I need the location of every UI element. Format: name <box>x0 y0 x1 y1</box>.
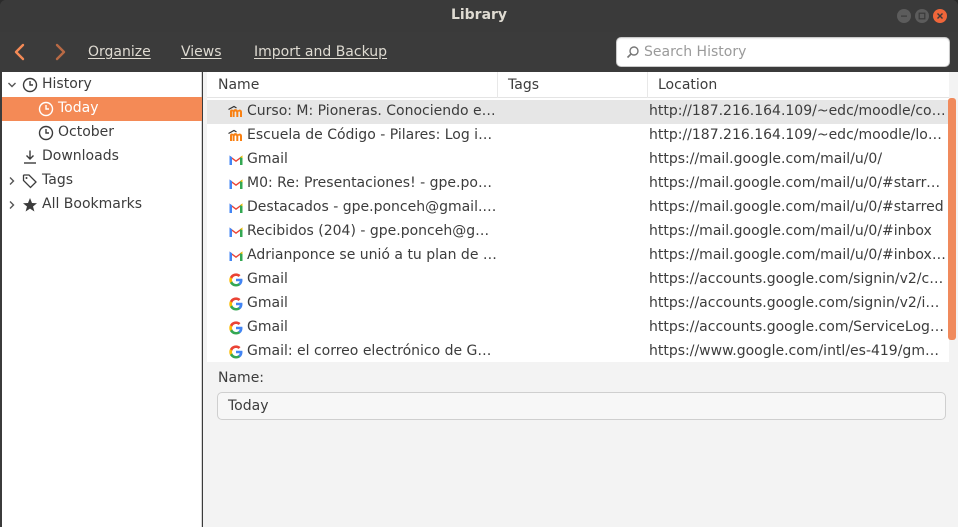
row-location: https://mail.google.com/mail/u/0/#inbox <box>649 223 932 239</box>
organize-menu[interactable]: Organize <box>88 44 151 60</box>
google-icon <box>228 272 244 288</box>
content-pane: Name Tags Location Curso: M: Pioneras. C… <box>203 72 958 527</box>
gmail-icon <box>228 176 244 192</box>
row-location: https://mail.google.com/mail/u/0/#inbox/… <box>649 247 947 263</box>
sidebar-item-downloads[interactable]: Downloads <box>2 145 202 169</box>
sidebar-item-label: October <box>58 124 115 140</box>
table-row[interactable]: Gmail https://accounts.google.com/Service… <box>207 316 949 340</box>
download-icon <box>24 150 36 164</box>
tag-icon <box>22 174 37 189</box>
row-location: http://187.216.164.109/~edc/moodle/cour.… <box>649 103 947 119</box>
search-placeholder: Search History <box>644 44 747 60</box>
name-field[interactable]: Today <box>217 392 946 420</box>
clock-icon <box>38 125 54 141</box>
sidebar-item-all-bookmarks[interactable]: All Bookmarks <box>2 193 202 217</box>
table-row[interactable]: Gmail https://accounts.google.com/signin/… <box>207 292 949 316</box>
chevron-left-icon <box>14 43 25 61</box>
sidebar-item-label: Tags <box>42 172 73 188</box>
moodle-icon <box>228 104 244 120</box>
row-name: Adrianponce se unió a tu plan de S... <box>247 247 497 263</box>
table-row[interactable]: Recibidos (204) - gpe.ponceh@gm... https:… <box>207 220 949 244</box>
row-name: Escuela de Código - Pilares: Log in ... <box>247 127 497 143</box>
row-name: Destacados - gpe.ponceh@gmail.c... <box>247 199 497 215</box>
minimize-button[interactable] <box>897 9 911 23</box>
clock-icon <box>38 101 54 117</box>
minimize-icon <box>901 15 907 17</box>
table-row[interactable]: Escuela de Código - Pilares: Log in ... h… <box>207 124 949 148</box>
row-location: https://accounts.google.com/signin/v2/ch… <box>649 271 947 287</box>
title-bar: Library <box>0 0 958 32</box>
table-header: Name Tags Location <box>207 72 949 98</box>
row-location: https://www.google.com/intl/es-419/gmail… <box>649 343 947 359</box>
forward-button[interactable] <box>48 40 72 64</box>
google-icon <box>228 320 244 336</box>
chevron-right-icon[interactable] <box>7 200 17 210</box>
sidebar-item-label: Today <box>58 100 99 116</box>
sidebar-item-label: Downloads <box>42 148 119 164</box>
row-name: Gmail <box>247 151 288 167</box>
gmail-icon <box>228 200 244 216</box>
row-location: https://accounts.google.com/signin/v2/id… <box>649 295 947 311</box>
moodle-icon <box>228 128 244 144</box>
row-location: https://mail.google.com/mail/u/0/#starre… <box>649 175 947 191</box>
row-name: Recibidos (204) - gpe.ponceh@gm... <box>247 223 497 239</box>
table-row[interactable]: Gmail https://accounts.google.com/signin/… <box>207 268 949 292</box>
table-row[interactable]: M0: Re: Presentaciones! - gpe.ponc... htt… <box>207 172 949 196</box>
sidebar-item-today[interactable]: Today <box>2 97 202 121</box>
close-button[interactable] <box>933 9 947 23</box>
column-divider[interactable] <box>647 72 648 98</box>
chevron-right-icon[interactable] <box>7 176 17 186</box>
gmail-icon <box>228 152 244 168</box>
chevron-down-icon[interactable] <box>7 80 17 90</box>
sidebar-item-label: All Bookmarks <box>42 196 143 212</box>
toolbar: Organize Views Import and Backup Search … <box>0 32 958 72</box>
row-name: M0: Re: Presentaciones! - gpe.ponc... <box>247 175 497 191</box>
row-name: Gmail: el correo electrónico de Go... <box>247 343 497 359</box>
row-location: https://mail.google.com/mail/u/0/#starre… <box>649 199 944 215</box>
gmail-icon <box>228 224 244 240</box>
row-location: https://accounts.google.com/ServiceLogin… <box>649 319 947 335</box>
sidebar-item-history[interactable]: History <box>2 73 202 97</box>
column-header-name[interactable]: Name <box>218 77 259 93</box>
back-button[interactable] <box>8 40 32 64</box>
google-icon <box>228 296 244 312</box>
table-row[interactable]: Gmail: el correo electrónico de Go... htt… <box>207 340 949 364</box>
row-name: Gmail <box>247 295 288 311</box>
table-scrollbar[interactable] <box>948 98 956 340</box>
views-menu[interactable]: Views <box>181 44 222 60</box>
table-row[interactable]: Curso: M: Pioneras. Conociendo el ... htt… <box>207 100 949 124</box>
library-window: Library Organize Views Import and Backup… <box>0 0 958 527</box>
row-location: http://187.216.164.109/~edc/moodle/login… <box>649 127 947 143</box>
maximize-button[interactable] <box>915 9 929 23</box>
column-divider[interactable] <box>497 72 498 98</box>
row-name: Gmail <box>247 271 288 287</box>
name-label-text: Name: <box>218 370 265 386</box>
import-backup-menu[interactable]: Import and Backup <box>254 44 387 60</box>
history-table: Name Tags Location Curso: M: Pioneras. C… <box>207 72 949 362</box>
sidebar-item-label: History <box>42 76 92 92</box>
gmail-icon <box>228 248 244 264</box>
sidebar: History Today October Downloads Tags All… <box>2 72 202 527</box>
maximize-icon <box>918 12 926 20</box>
row-name: Gmail <box>247 319 288 335</box>
table-row[interactable]: Adrianponce se unió a tu plan de S... htt… <box>207 244 949 268</box>
google-icon <box>228 344 244 360</box>
star-icon <box>23 198 37 212</box>
clock-icon <box>22 77 38 93</box>
column-header-location[interactable]: Location <box>658 77 717 93</box>
row-name: Curso: M: Pioneras. Conociendo el ... <box>247 103 497 119</box>
window-title: Library <box>450 7 508 23</box>
search-icon <box>626 46 639 59</box>
sidebar-item-october[interactable]: October <box>2 121 202 145</box>
search-input[interactable]: Search History <box>616 37 950 67</box>
sidebar-item-tags[interactable]: Tags <box>2 169 202 193</box>
close-icon <box>937 13 943 19</box>
name-field-label: Name: <box>218 370 264 386</box>
table-row[interactable]: Destacados - gpe.ponceh@gmail.c... https:… <box>207 196 949 220</box>
table-row[interactable]: Gmail https://mail.google.com/mail/u/0/ <box>207 148 949 172</box>
column-header-tags[interactable]: Tags <box>508 77 539 93</box>
chevron-right-icon <box>55 43 66 61</box>
row-location: https://mail.google.com/mail/u/0/ <box>649 151 883 167</box>
